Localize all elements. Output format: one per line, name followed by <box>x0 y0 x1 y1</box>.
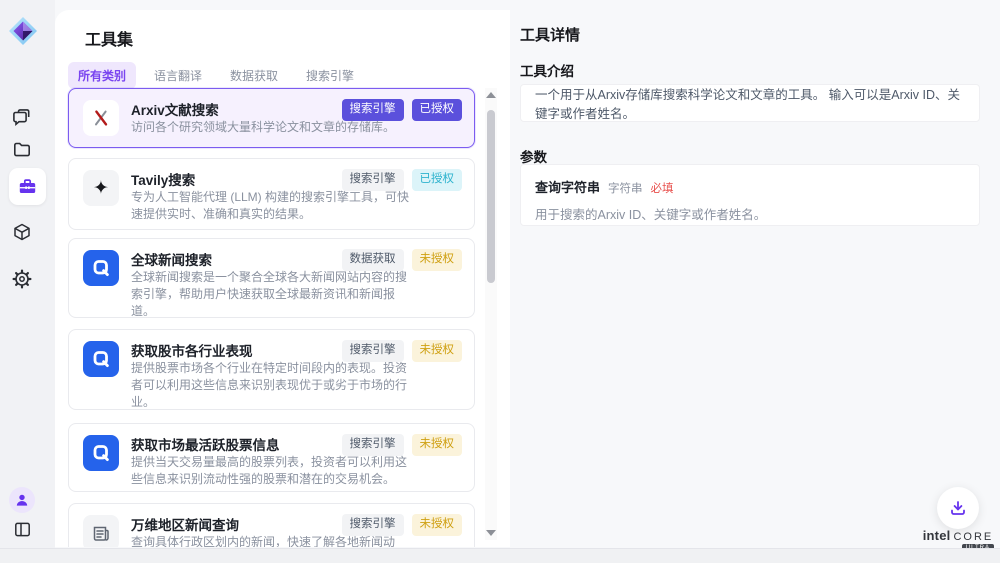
category-badge: 搜索引擎 <box>342 169 404 191</box>
category-badge: 搜索引擎 <box>342 340 404 362</box>
auth-status-badge: 未授权 <box>412 249 463 271</box>
param-card: 查询字符串 字符串 必填 用于搜索的Arxiv ID、关键字或作者姓名。 <box>520 164 980 226</box>
tool-description: 访问各个研究领域大量科学论文和文章的存储库。 <box>131 119 409 136</box>
category-badge: 搜索引擎 <box>342 99 404 121</box>
auth-status-badge: 未授权 <box>412 340 463 362</box>
tool-card-regional-news[interactable]: 万维地区新闻查询 查询具体行政区划内的新闻，快速了解各地新闻动 搜索引擎 未授权 <box>68 503 475 547</box>
q-search-icon <box>83 341 119 377</box>
sidebar-item-files[interactable] <box>11 138 33 160</box>
tool-description: 提供当天交易量最高的股票列表，投资者可以利用这些信息来识别流动性强的股票和潜在的… <box>131 454 409 488</box>
tab-data-fetch[interactable]: 数据获取 <box>220 62 288 89</box>
tool-name: 万维地区新闻查询 <box>131 514 239 534</box>
tool-card-global-news[interactable]: 全球新闻搜索 全球新闻搜索是一个聚合全球各大新闻网站内容的搜索引擎，帮助用户快速… <box>68 238 475 318</box>
sidebar-item-tools-active[interactable] <box>9 168 46 205</box>
scroll-up-arrow-icon[interactable] <box>486 92 496 98</box>
tavily-star-icon: ✦ <box>83 170 119 206</box>
param-type: 字符串 <box>608 180 643 196</box>
user-avatar[interactable] <box>9 487 35 513</box>
intro-text: 一个用于从Arxiv存储库搜索科学论文和文章的工具。 输入可以是Arxiv ID… <box>535 84 965 122</box>
tool-card-tavily[interactable]: ✦ Tavily搜索 专为人工智能代理 (LLM) 构建的搜索引擎工具，可快速提… <box>68 158 475 230</box>
category-badge: 数据获取 <box>342 249 404 271</box>
tool-description: 专为人工智能代理 (LLM) 构建的搜索引擎工具，可快速提供实时、准确和真实的结… <box>131 189 409 223</box>
folder-icon <box>12 139 32 159</box>
sidebar-item-panel-toggle[interactable] <box>11 518 33 540</box>
sidebar <box>0 0 55 563</box>
bottom-strip <box>0 548 1000 563</box>
core-wordmark: core <box>953 531 993 543</box>
tool-card-sector-performance[interactable]: 获取股市各行业表现 提供股票市场各个行业在特定时间段内的表现。投资者可以利用这些… <box>68 329 475 410</box>
auth-status-badge: 已授权 <box>412 99 463 121</box>
tab-all-categories[interactable]: 所有类别 <box>68 62 136 89</box>
chat-icon <box>12 107 32 127</box>
tool-description: 提供股票市场各个行业在特定时间段内的表现。投资者可以利用这些信息来识别表现优于或… <box>131 360 409 410</box>
scroll-down-arrow-icon[interactable] <box>486 530 496 536</box>
intel-wordmark: intel <box>923 528 951 543</box>
scrollbar-thumb[interactable] <box>487 110 495 283</box>
gear-icon <box>12 269 32 289</box>
sidebar-item-packages[interactable] <box>11 221 33 243</box>
tool-card-active-stocks[interactable]: 获取市场最活跃股票信息 提供当天交易量最高的股票列表，投资者可以利用这些信息来识… <box>68 423 475 492</box>
category-badge: 搜索引擎 <box>342 434 404 456</box>
param-description: 用于搜索的Arxiv ID、关键字或作者姓名。 <box>535 204 965 223</box>
detail-title: 工具详情 <box>520 24 580 45</box>
auth-status-badge: 未授权 <box>412 434 463 456</box>
tools-panel: 工具集 所有类别 语言翻译 数据获取 搜索引擎 Arxiv文献搜索 访问各个研究… <box>55 10 510 547</box>
tool-name: 获取股市各行业表现 <box>131 340 253 360</box>
cube-icon <box>12 222 32 242</box>
toolbox-icon <box>17 176 38 197</box>
intro-heading: 工具介绍 <box>520 60 574 80</box>
tool-name: 全球新闻搜索 <box>131 249 212 269</box>
tool-card-arxiv[interactable]: Arxiv文献搜索 访问各个研究领域大量科学论文和文章的存储库。 搜索引擎 已授… <box>68 88 475 148</box>
list-scrollbar[interactable] <box>485 88 497 540</box>
download-icon <box>949 499 967 517</box>
q-search-icon <box>83 250 119 286</box>
user-icon <box>15 493 29 507</box>
gem-logo-icon <box>8 16 38 46</box>
category-badge: 搜索引擎 <box>342 514 404 536</box>
app-logo <box>8 16 38 46</box>
app-window: 工具集 所有类别 语言翻译 数据获取 搜索引擎 Arxiv文献搜索 访问各个研究… <box>0 0 1000 563</box>
tool-description: 全球新闻搜索是一个聚合全球各大新闻网站内容的搜索引擎，帮助用户快速获取全球最新资… <box>131 269 409 318</box>
intro-card: 一个用于从Arxiv存储库搜索科学论文和文章的工具。 输入可以是Arxiv ID… <box>520 84 980 122</box>
auth-status-badge: 未授权 <box>412 514 463 536</box>
tab-translation[interactable]: 语言翻译 <box>144 62 212 89</box>
category-tabs: 所有类别 语言翻译 数据获取 搜索引擎 <box>68 62 364 89</box>
download-button[interactable] <box>937 487 979 529</box>
sidebar-item-chat[interactable] <box>11 106 33 128</box>
tool-name: Arxiv文献搜索 <box>131 99 219 119</box>
arxiv-logo-icon <box>83 100 119 136</box>
tool-detail-pane: 工具详情 工具介绍 一个用于从Arxiv存储库搜索科学论文和文章的工具。 输入可… <box>510 0 1000 548</box>
page-title: 工具集 <box>85 26 133 50</box>
params-heading: 参数 <box>520 146 547 166</box>
tab-search-engine[interactable]: 搜索引擎 <box>296 62 364 89</box>
tool-name: Tavily搜索 <box>131 169 195 189</box>
auth-status-badge: 已授权 <box>412 169 463 191</box>
tool-name: 获取市场最活跃股票信息 <box>131 434 280 454</box>
newspaper-icon <box>83 515 119 547</box>
param-required-flag: 必填 <box>651 180 674 196</box>
param-name: 查询字符串 <box>535 177 600 196</box>
tool-description: 查询具体行政区划内的新闻，快速了解各地新闻动 <box>131 534 409 547</box>
panel-toggle-icon <box>13 520 32 539</box>
q-search-icon <box>83 435 119 471</box>
sidebar-item-settings[interactable] <box>11 268 33 290</box>
